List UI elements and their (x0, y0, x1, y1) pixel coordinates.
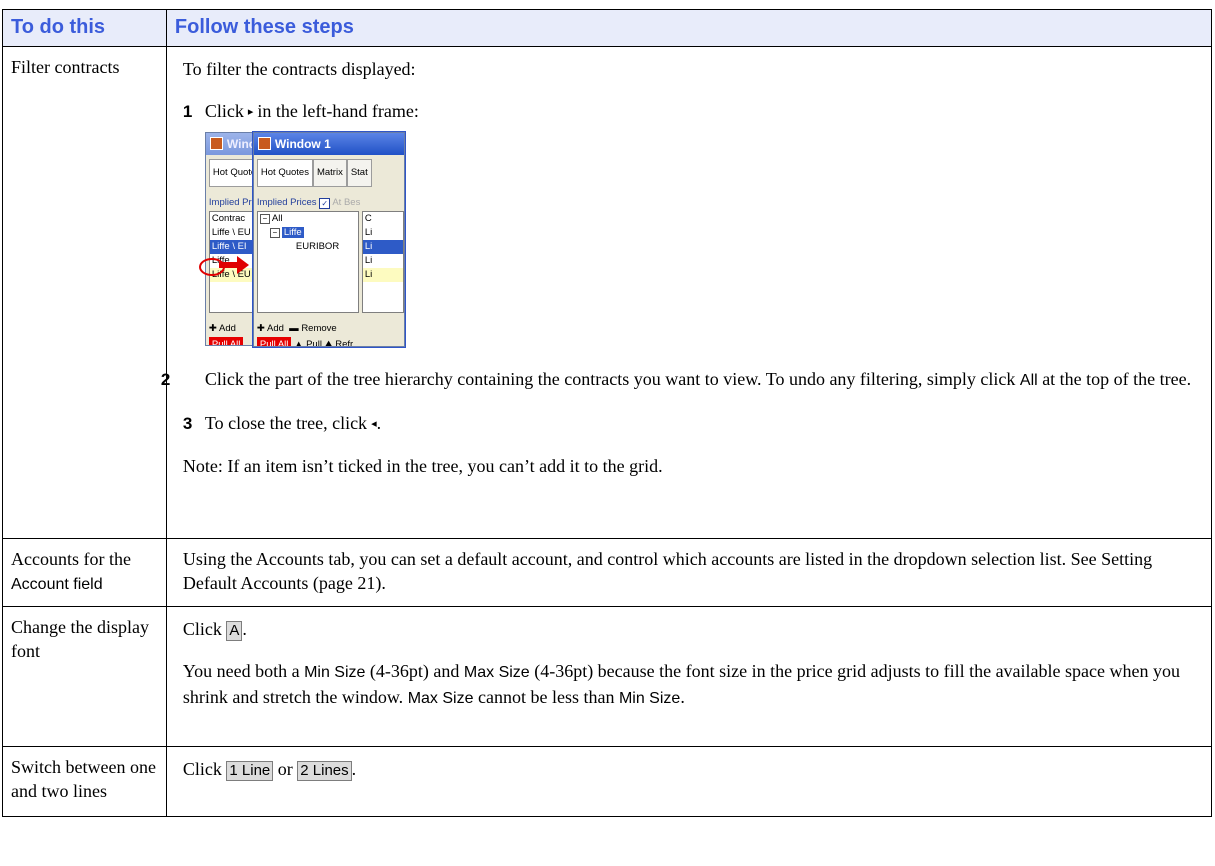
app-icon (257, 137, 271, 150)
pull-up-icon: ▲ (294, 339, 304, 347)
row-label-font: Change the display font (11, 617, 149, 661)
steps-table: To do this Follow these steps Filter con… (2, 9, 1213, 817)
refresh-button[interactable]: Refr (335, 339, 353, 346)
collapse-icon: − (259, 214, 270, 224)
row-label-cell: Change the display font (2, 606, 167, 747)
expand-arrow-icon: ▸ (247, 106, 254, 118)
row-label-filter: Filter contracts (11, 57, 120, 77)
front-window: Window 1 Hot Quotes Matrix Stat Implied Pr… (252, 132, 405, 347)
collapse-icon: − (269, 228, 280, 238)
filter-step-1: 1 Click ▸ in the left-hand frame: (182, 101, 419, 121)
accounts-text: Using the Accounts tab, you can set a de… (182, 549, 1153, 593)
lines-step: Click 1 Line or 2 Lines. (182, 759, 357, 781)
pull-button[interactable]: Pull (306, 339, 322, 346)
tree-node-liffe[interactable]: − Liffe (258, 226, 358, 240)
tab-stat[interactable]: Stat (346, 159, 372, 187)
row-body-cell: Click A. You need both a Min Size (4-36p… (165, 606, 1213, 747)
header-follow-steps: Follow these steps (165, 9, 1213, 47)
table-row-accounts: Accounts for the Account field Using the … (2, 538, 1213, 607)
tab-hot-quotes[interactable]: Hot Quotes (256, 159, 313, 187)
table-row-filter: Filter contracts To filter the contracts… (2, 46, 1213, 539)
row-label-lines: Switch between one and two lines (11, 757, 156, 801)
collapse-arrow-icon: ◂ (371, 418, 377, 430)
red-arrow-icon (218, 256, 249, 274)
row-body-cell: Using the Accounts tab, you can set a de… (165, 538, 1213, 607)
tree-screenshot: Wind Hot Quote Implied Pr Contrac Liffe … (198, 132, 405, 347)
row-label-cell: Switch between one and two lines (2, 746, 167, 817)
refresh-icon: ⛰ (324, 339, 333, 347)
one-line-button[interactable]: 1 Line (226, 761, 274, 781)
table-row-font: Change the display font Click A. You nee… (2, 606, 1213, 747)
contract-list-pane: C Li Li Li Li (361, 211, 404, 313)
filter-step-3: 3 To close the tree, click ◂. (182, 413, 382, 433)
row-label-cell: Filter contracts (2, 46, 167, 539)
table-header-row: To do this Follow these steps (2, 9, 1213, 47)
header-to-do-this: To do this (2, 9, 167, 47)
row-body-cell: To filter the contracts displayed: 1 Clic… (160, 46, 1213, 539)
font-size-explanation: You need both a Min Size (4-36pt) and Ma… (182, 661, 1180, 707)
filter-intro: To filter the contracts displayed: (182, 59, 416, 79)
app-icon (209, 137, 223, 150)
pull-all-button[interactable]: Pull All (256, 337, 292, 346)
two-lines-button[interactable]: 2 Lines (297, 761, 352, 781)
filter-step-2: 2 Click the part of the tree hierarchy co… (160, 369, 1192, 389)
row-label-cell: Accounts for the Account field (2, 538, 167, 607)
row-label-accounts: Accounts for the Account field (11, 549, 131, 593)
filter-note: Note: If an item isn’t ticked in the tre… (182, 456, 663, 476)
implied-prices-checkbox[interactable]: ✓ (319, 198, 331, 209)
font-button[interactable]: A (226, 621, 243, 641)
tab-matrix[interactable]: Matrix (312, 159, 347, 187)
tree-pane: − All − Liffe EURIBOR (256, 211, 359, 313)
row-body-cell: Click 1 Line or 2 Lines. (165, 746, 1213, 817)
tree-node-all[interactable]: − All (258, 212, 358, 226)
tree-node-euribor[interactable]: EURIBOR (258, 240, 358, 254)
font-step: Click A. (182, 619, 247, 641)
table-row-lines: Switch between one and two lines Click 1… (2, 746, 1213, 817)
